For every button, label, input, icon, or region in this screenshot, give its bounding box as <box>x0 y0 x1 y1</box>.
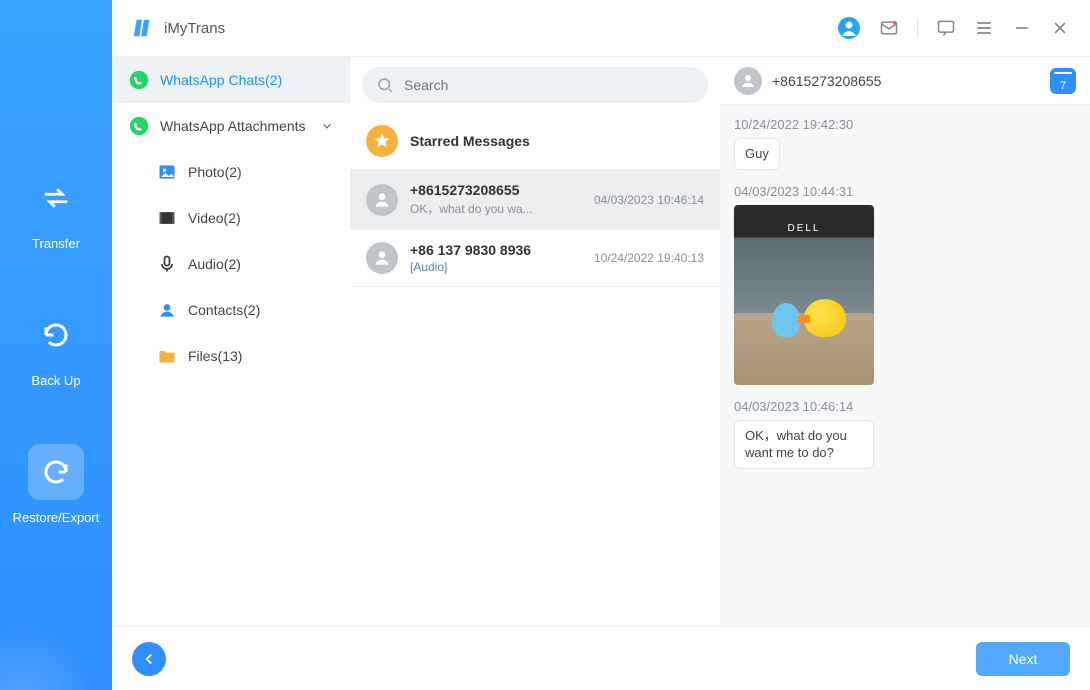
tree-files[interactable]: Files(13) <box>140 333 350 379</box>
tree-audio[interactable]: Audio(2) <box>140 241 350 287</box>
message-bubble: OK，what do you want me to do? <box>734 420 874 469</box>
tree-whatsapp-attachments[interactable]: WhatsApp Attachments <box>112 103 350 149</box>
titlebar: iMyTrans <box>112 0 1090 56</box>
chat-item[interactable]: +86 137 9830 8936 [Audio] 10/24/2022 19:… <box>350 230 720 287</box>
main-area: iMyTrans WhatsApp Chats(2) <box>112 0 1090 690</box>
message: 04/03/2023 10:46:14 OK，what do you want … <box>734 399 1076 469</box>
mail-icon[interactable] <box>879 18 899 38</box>
message-bubble: Guy <box>734 138 780 170</box>
app-logo: iMyTrans <box>132 17 225 39</box>
chat-icon[interactable] <box>936 18 956 38</box>
chat-time: 10/24/2022 19:40:13 <box>594 251 704 265</box>
rail-label: Transfer <box>32 236 80 251</box>
rail-restore-export[interactable]: Restore/Export <box>13 444 100 525</box>
tree-whatsapp-chats[interactable]: WhatsApp Chats(2) <box>112 57 350 103</box>
logo-icon <box>132 17 154 39</box>
avatar-icon <box>366 242 398 274</box>
tree-label: Contacts(2) <box>188 302 260 318</box>
chat-preview: OK，what do you wa... <box>410 200 582 217</box>
message-ts: 10/24/2022 19:42:30 <box>734 117 1076 132</box>
message-ts: 04/03/2023 10:44:31 <box>734 184 1076 199</box>
conversation-title: +8615273208655 <box>772 73 1040 89</box>
whatsapp-icon <box>128 115 150 137</box>
tree-label: WhatsApp Chats(2) <box>160 72 282 88</box>
chat-title: +86 137 9830 8936 <box>410 242 582 258</box>
chat-preview: [Audio] <box>410 260 582 274</box>
tree-label: Video(2) <box>188 210 241 226</box>
chat-list: Starred Messages +8615273208655 OK，what … <box>350 57 720 626</box>
folder-icon <box>156 345 178 367</box>
tree-label: Files(13) <box>188 348 242 364</box>
chat-item[interactable]: +8615273208655 OK，what do you wa... 04/0… <box>350 170 720 230</box>
calendar-icon[interactable]: 7 <box>1050 68 1076 94</box>
photo-icon <box>156 161 178 183</box>
avatar-icon <box>734 67 762 95</box>
user-badge-icon[interactable] <box>837 16 861 40</box>
chat-title: Starred Messages <box>410 133 704 149</box>
rail-backup[interactable]: Back Up <box>28 307 84 388</box>
chat-title: +8615273208655 <box>410 182 582 198</box>
app-title: iMyTrans <box>164 20 225 37</box>
conversation-pane: +8615273208655 7 10/24/2022 19:42:30 Guy… <box>720 57 1090 626</box>
audio-icon <box>156 253 178 275</box>
whatsapp-icon <box>128 69 150 91</box>
chevron-down-icon <box>320 119 334 133</box>
restore-icon <box>28 444 84 500</box>
conversation-body[interactable]: 10/24/2022 19:42:30 Guy 04/03/2023 10:44… <box>720 105 1090 626</box>
message: 10/24/2022 19:42:30 Guy <box>734 117 1076 170</box>
tree-photo[interactable]: Photo(2) <box>140 149 350 195</box>
left-rail: Transfer Back Up Restore/Export <box>0 0 112 690</box>
next-button[interactable]: Next <box>976 642 1070 676</box>
rail-label: Back Up <box>31 373 80 388</box>
image-attachment[interactable]: DELL <box>734 205 874 385</box>
rail-label: Restore/Export <box>13 510 100 525</box>
search-input[interactable] <box>404 77 694 93</box>
chat-time: 04/03/2023 10:46:14 <box>594 193 704 207</box>
starred-messages[interactable]: Starred Messages <box>350 113 720 170</box>
message-ts: 04/03/2023 10:46:14 <box>734 399 1076 414</box>
avatar-icon <box>366 184 398 216</box>
minimize-icon[interactable] <box>1012 18 1032 38</box>
backup-icon <box>28 307 84 363</box>
conversation-header: +8615273208655 7 <box>720 57 1090 105</box>
star-icon <box>366 125 398 157</box>
video-icon <box>156 207 178 229</box>
contacts-icon <box>156 299 178 321</box>
menu-icon[interactable] <box>974 18 994 38</box>
close-icon[interactable] <box>1050 18 1070 38</box>
rail-transfer[interactable]: Transfer <box>28 170 84 251</box>
search-icon <box>376 76 394 94</box>
arrow-left-icon <box>140 650 158 668</box>
message: 04/03/2023 10:44:31 DELL <box>734 184 1076 385</box>
footer: Next <box>112 626 1090 690</box>
tree-label: WhatsApp Attachments <box>160 118 306 134</box>
transfer-icon <box>28 170 84 226</box>
back-button[interactable] <box>132 642 166 676</box>
search-box[interactable] <box>362 67 708 103</box>
tree-label: Photo(2) <box>188 164 242 180</box>
tree-video[interactable]: Video(2) <box>140 195 350 241</box>
sidebar-tree: WhatsApp Chats(2) WhatsApp Attachments P… <box>112 57 350 626</box>
tree-contacts[interactable]: Contacts(2) <box>140 287 350 333</box>
tree-label: Audio(2) <box>188 256 241 272</box>
